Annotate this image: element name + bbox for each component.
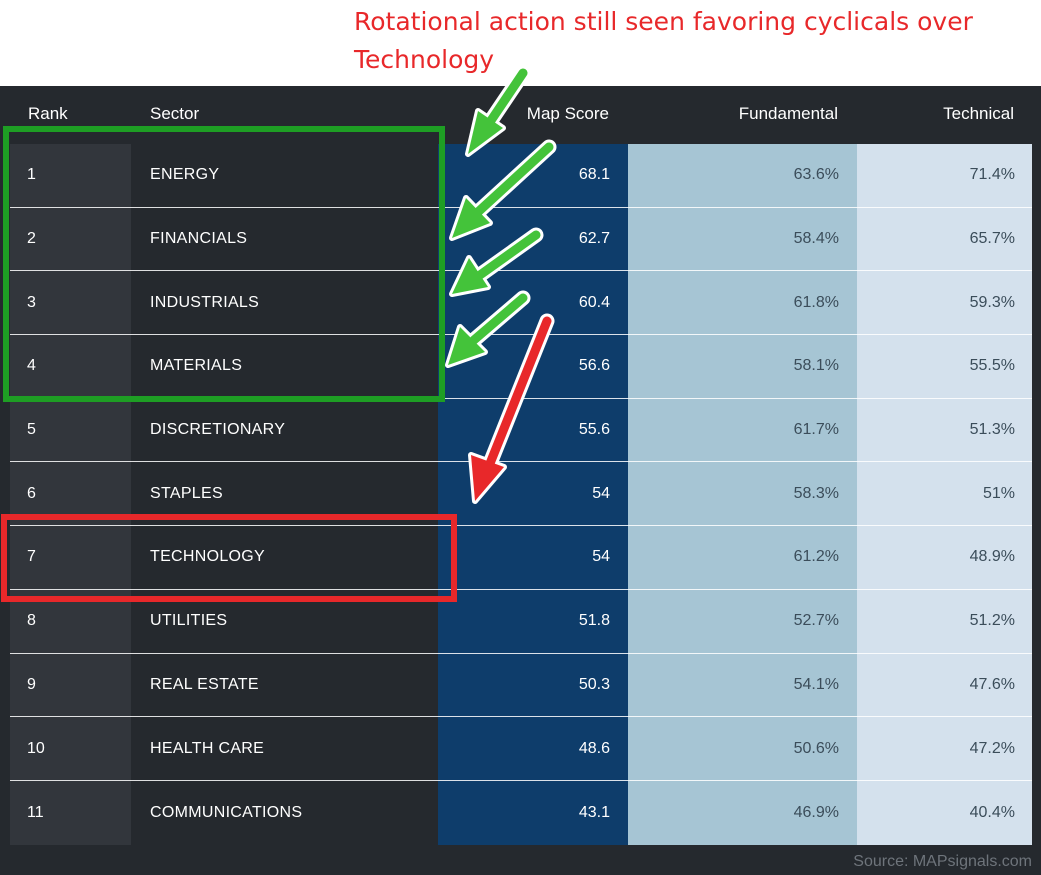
map-score-cell: 48.6 xyxy=(578,739,610,757)
table-row[interactable]: 5 DISCRETIONARY 55.6 61.7% 51.3% xyxy=(10,399,1032,463)
rank-cell: 9 xyxy=(27,675,36,693)
map-score-cell: 50.3 xyxy=(578,675,610,693)
map-score-cell: 54 xyxy=(592,548,610,566)
map-score-cell: 43.1 xyxy=(578,803,610,821)
technical-cell: 51.3% xyxy=(969,421,1015,439)
sector-cell: ENERGY xyxy=(150,166,220,184)
rank-cell: 6 xyxy=(27,484,36,502)
rank-cell: 5 xyxy=(27,421,36,439)
column-header-map-score[interactable]: Map Score xyxy=(527,104,609,124)
rank-cell: 3 xyxy=(27,293,36,311)
column-header-technical[interactable]: Technical xyxy=(943,104,1014,124)
annotation-text: Rotational action still seen favoring cy… xyxy=(354,3,1034,79)
table-row[interactable]: 4 MATERIALS 56.6 58.1% 55.5% xyxy=(10,335,1032,399)
fundamental-cell: 50.6% xyxy=(793,739,839,757)
table-row[interactable]: 2 FINANCIALS 62.7 58.4% 65.7% xyxy=(10,208,1032,272)
map-score-cell: 68.1 xyxy=(578,166,610,184)
fundamental-cell: 58.1% xyxy=(793,357,839,375)
fundamental-cell: 58.4% xyxy=(793,230,839,248)
rank-cell: 7 xyxy=(27,548,36,566)
rank-cell: 1 xyxy=(27,166,36,184)
fundamental-cell: 52.7% xyxy=(793,612,839,630)
table-body: 1 ENERGY 68.1 63.6% 71.4% 2 FINANCIALS 62.7 58.4… xyxy=(10,144,1032,845)
table-header: Rank Sector Map Score Fundamental Techni… xyxy=(0,86,1041,144)
column-header-rank[interactable]: Rank xyxy=(28,104,68,124)
rank-cell: 8 xyxy=(27,612,36,630)
sector-cell: HEALTH CARE xyxy=(150,739,265,757)
table-row[interactable]: 10 HEALTH CARE 48.6 50.6% 47.2% xyxy=(10,717,1032,781)
map-score-cell: 60.4 xyxy=(578,293,610,311)
table-row[interactable]: 8 UTILITIES 51.8 52.7% 51.2% xyxy=(10,590,1032,654)
technical-cell: 55.5% xyxy=(969,357,1015,375)
fundamental-cell: 46.9% xyxy=(793,803,839,821)
table-row[interactable]: 7 TECHNOLOGY 54 61.2% 48.9% xyxy=(10,526,1032,590)
fundamental-cell: 61.8% xyxy=(793,293,839,311)
sector-cell: REAL ESTATE xyxy=(150,675,259,693)
technical-cell: 51.2% xyxy=(969,612,1015,630)
sector-cell: STAPLES xyxy=(150,484,223,502)
map-score-cell: 62.7 xyxy=(578,230,610,248)
annotation-line-1: Rotational action still seen favoring cy… xyxy=(354,7,973,36)
sector-cell: COMMUNICATIONS xyxy=(150,803,303,821)
sector-cell: DISCRETIONARY xyxy=(150,421,286,439)
technical-cell: 47.2% xyxy=(969,739,1015,757)
sector-cell: FINANCIALS xyxy=(150,230,248,248)
technical-cell: 65.7% xyxy=(969,230,1015,248)
map-score-cell: 54 xyxy=(592,484,610,502)
map-score-cell: 55.6 xyxy=(578,421,610,439)
sector-cell: TECHNOLOGY xyxy=(150,548,266,566)
rank-cell: 4 xyxy=(27,357,36,375)
column-header-fundamental[interactable]: Fundamental xyxy=(739,104,838,124)
sector-cell: UTILITIES xyxy=(150,612,228,630)
rank-cell: 10 xyxy=(27,739,45,757)
technical-cell: 48.9% xyxy=(969,548,1015,566)
fundamental-cell: 54.1% xyxy=(793,675,839,693)
table-row[interactable]: 1 ENERGY 68.1 63.6% 71.4% xyxy=(10,144,1032,208)
technical-cell: 59.3% xyxy=(969,293,1015,311)
sector-cell: MATERIALS xyxy=(150,357,243,375)
technical-cell: 71.4% xyxy=(969,166,1015,184)
technical-cell: 40.4% xyxy=(969,803,1015,821)
table-row[interactable]: 9 REAL ESTATE 50.3 54.1% 47.6% xyxy=(10,654,1032,718)
rank-cell: 2 xyxy=(27,230,36,248)
map-score-cell: 51.8 xyxy=(578,612,610,630)
technical-cell: 47.6% xyxy=(969,675,1015,693)
fundamental-cell: 61.7% xyxy=(793,421,839,439)
sector-ranking-table: Rank Sector Map Score Fundamental Techni… xyxy=(0,86,1041,875)
annotation-line-2: Technology xyxy=(354,45,495,74)
table-row[interactable]: 11 COMMUNICATIONS 43.1 46.9% 40.4% xyxy=(10,781,1032,845)
fundamental-cell: 63.6% xyxy=(793,166,839,184)
fundamental-cell: 61.2% xyxy=(793,548,839,566)
source-credit: Source: MAPsignals.com xyxy=(853,853,1032,870)
sector-cell: INDUSTRIALS xyxy=(150,293,260,311)
table-row[interactable]: 6 STAPLES 54 58.3% 51% xyxy=(10,462,1032,527)
table-row[interactable]: 3 INDUSTRIALS 60.4 61.8% 59.3% xyxy=(10,271,1032,336)
map-score-cell: 56.6 xyxy=(578,357,610,375)
fundamental-cell: 58.3% xyxy=(793,484,839,502)
technical-cell: 51% xyxy=(982,484,1015,502)
column-header-sector[interactable]: Sector xyxy=(150,104,199,124)
rank-cell: 11 xyxy=(27,803,44,821)
